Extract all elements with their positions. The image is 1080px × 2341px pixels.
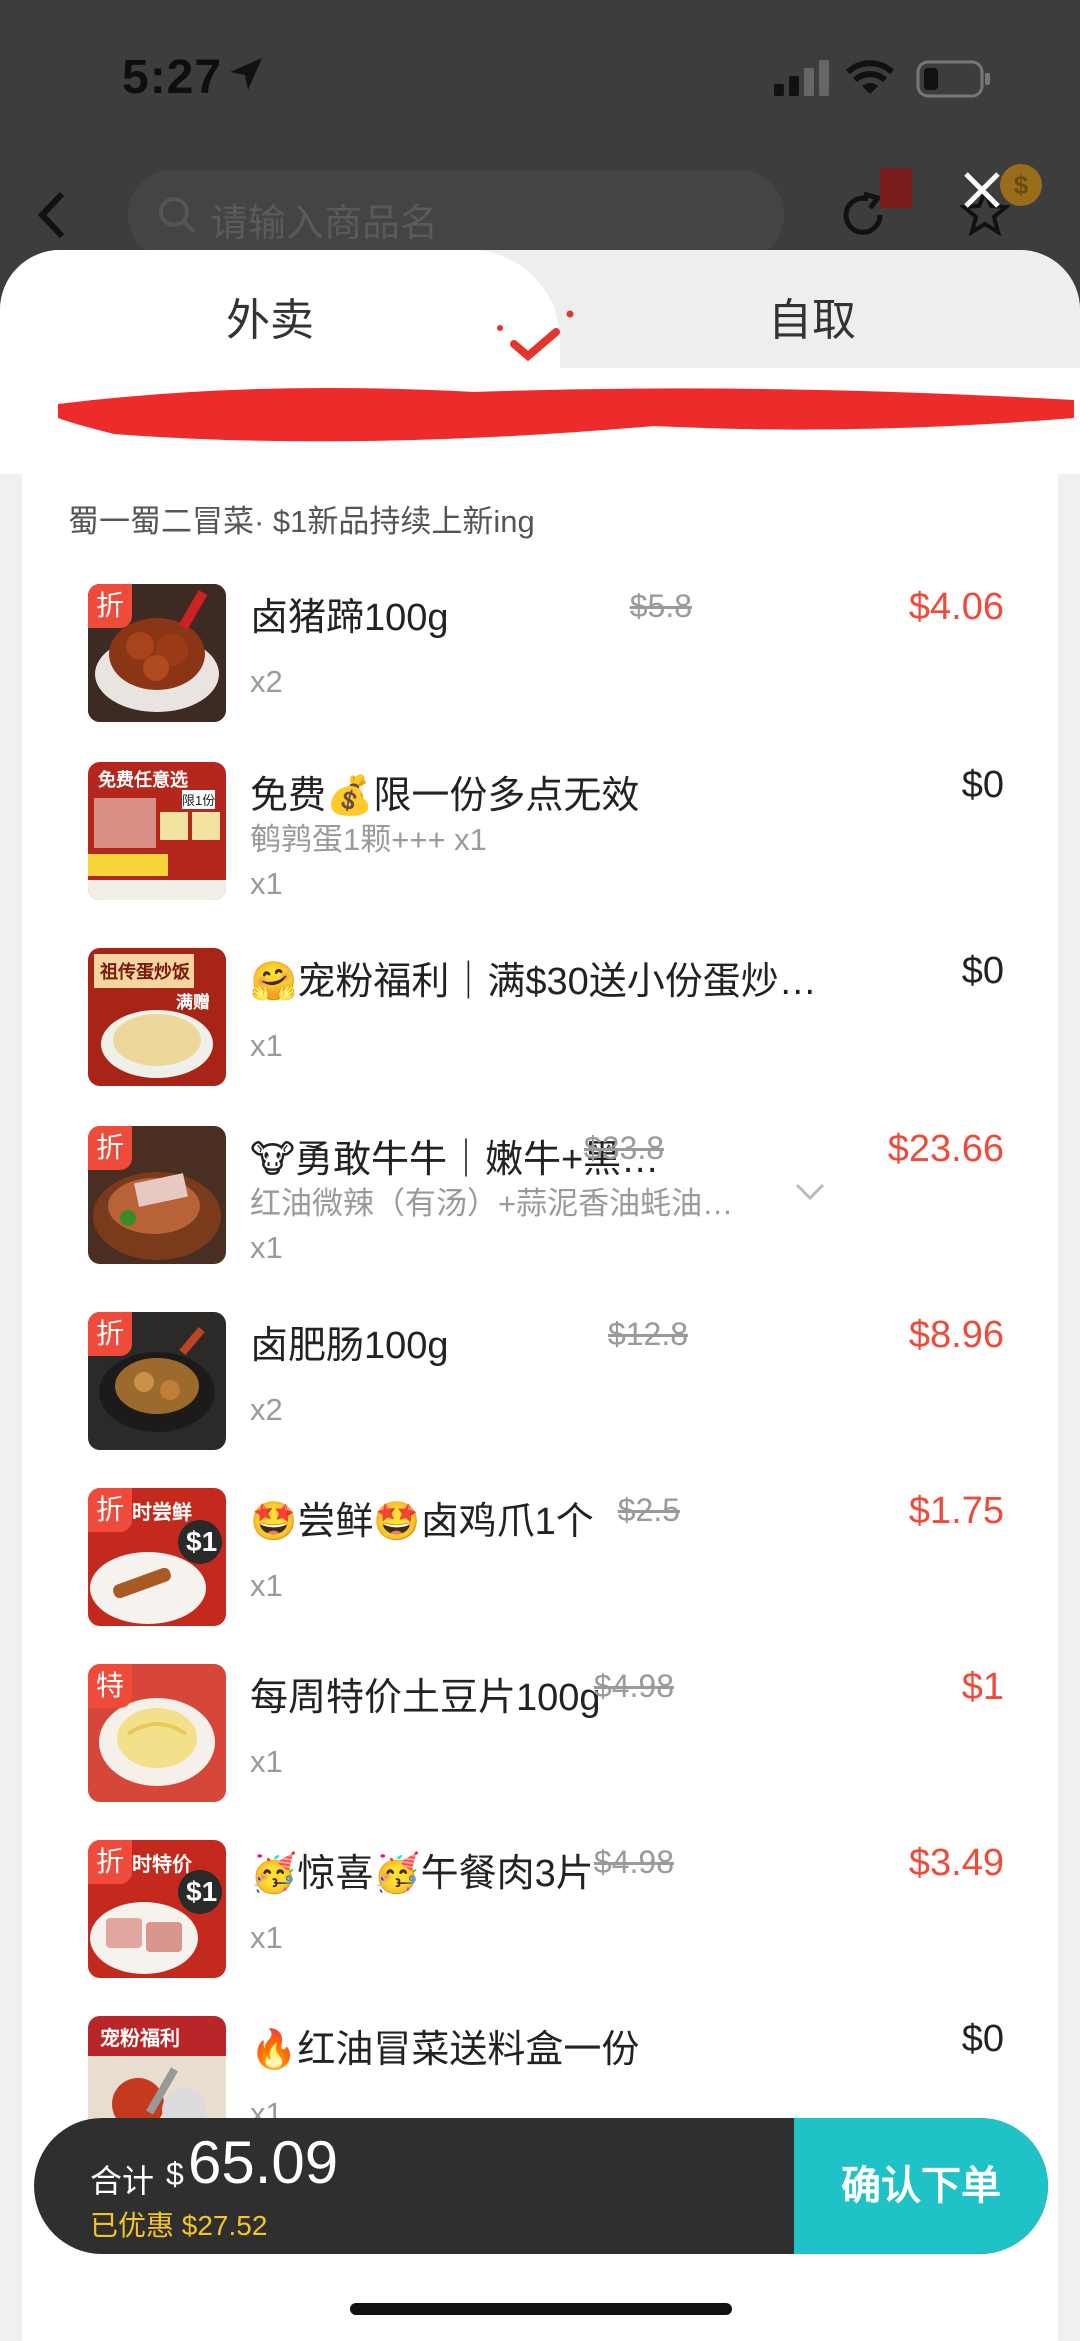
- order-card: 蜀一蜀二冒菜· $1新品持续上新ing 折 卤猪蹄100g x2 $5.8 $4…: [22, 472, 1058, 2341]
- checkout-bar: 合计 $ 65.09 已优惠 $27.52 确认下单: [34, 2118, 1048, 2254]
- cart-item: 折 🐮勇敢牛牛｜嫩牛+黑… 红油微辣（有汤）+蒜泥香油蚝油… x1 $33.8 …: [44, 1126, 1044, 1266]
- item-qty: x2: [250, 664, 283, 699]
- currency-symbol: $: [166, 2156, 184, 2192]
- item-thumbnail: 时特价 $1 折: [88, 1840, 226, 1978]
- red-envelope-icon[interactable]: [880, 168, 912, 208]
- status-time: 5:27: [122, 51, 223, 104]
- cart-item: 祖传蛋炒饭 满赠 🤗宠粉福利｜满$30送小份蛋炒… x1 $0: [44, 948, 1044, 1088]
- item-original-price: $4.98: [593, 1844, 674, 1880]
- thumb-banner-text: 宠粉福利: [100, 2028, 180, 2050]
- item-price: $0: [961, 764, 1004, 806]
- item-thumbnail: 折: [88, 1126, 226, 1264]
- thumb-banner-text: 时特价: [132, 1854, 192, 1876]
- item-qty: x1: [250, 1568, 283, 1603]
- thumb-banner-text: 时尝鲜: [132, 1502, 192, 1524]
- item-price: $8.96: [908, 1314, 1004, 1356]
- item-name: 🥳惊喜🥳午餐肉3片: [250, 1853, 594, 1895]
- item-price: $0: [961, 2018, 1004, 2060]
- item-thumbnail: 折: [88, 1312, 226, 1450]
- thumb-banner-text: 祖传蛋炒饭: [100, 962, 190, 982]
- item-name: 🔥红油冒菜送料盒一份: [250, 2029, 640, 2071]
- item-name: 卤猪蹄100g: [250, 597, 449, 639]
- thumb-limit-text: 限1份: [182, 790, 216, 809]
- cart-item: 特 每周特价土豆片100g x1 $4.98 $1: [44, 1664, 1044, 1804]
- cart-item: 折 卤猪蹄100g x2 $5.8 $4.06: [44, 584, 1044, 724]
- coin-icon: $: [1000, 164, 1042, 206]
- item-options: 鹌鹑蛋1颗+++ x1: [250, 822, 487, 857]
- confirm-order-button[interactable]: 确认下单: [794, 2118, 1048, 2254]
- item-thumbnail: 时尝鲜 $1 折: [88, 1488, 226, 1626]
- shop-name: 蜀一蜀二冒菜· $1新品持续上新ing: [68, 504, 535, 539]
- item-name: 免费💰限一份多点无效: [250, 775, 640, 817]
- back-chevron-icon[interactable]: [36, 190, 66, 240]
- discount-amount: 已优惠 $27.52: [90, 2210, 268, 2241]
- item-thumbnail: 特: [88, 1664, 226, 1802]
- discount-tag: 折: [88, 1312, 132, 1356]
- item-original-price: $5.8: [629, 588, 692, 624]
- item-price: $1.75: [908, 1490, 1004, 1532]
- tab-delivery[interactable]: 外卖: [226, 284, 314, 348]
- item-qty: x1: [250, 866, 283, 901]
- item-price: $1: [961, 1666, 1004, 1708]
- item-thumbnail: 祖传蛋炒饭 满赠: [88, 948, 226, 1086]
- item-price: $4.06: [908, 586, 1004, 628]
- item-qty: x1: [250, 1230, 283, 1265]
- cart-item: 时特价 $1 折 🥳惊喜🥳午餐肉3片 x1 $4.98 $3.49: [44, 1840, 1044, 1980]
- total-label: 合计: [90, 2163, 155, 2199]
- tab-pickup[interactable]: 自取: [768, 284, 856, 348]
- app-root: 5:27 请输入商品名 $ 外卖 自取 蜀一蜀二冒菜· $1新品持续上新ing …: [0, 0, 1080, 2341]
- search-icon: [159, 197, 196, 234]
- total-amount: 65.09: [188, 2129, 339, 2196]
- item-name: 卤肥肠100g: [250, 1325, 449, 1367]
- item-options: 红油微辣（有汤）+蒜泥香油蚝油…: [250, 1186, 734, 1221]
- battery-icon: [916, 60, 990, 98]
- item-thumbnail: 折: [88, 584, 226, 722]
- discount-tag: 折: [88, 1840, 132, 1884]
- special-tag: 特: [88, 1664, 132, 1708]
- discount-tag: 折: [88, 1126, 132, 1170]
- thumb-price-text: $1: [186, 1526, 218, 1557]
- item-qty: x1: [250, 1028, 283, 1063]
- cart-item: 折 卤肥肠100g x2 $12.8 $8.96: [44, 1312, 1044, 1452]
- item-price: $0: [961, 950, 1004, 992]
- item-name: 每周特价土豆片100g: [250, 1677, 601, 1719]
- wifi-icon: [845, 60, 895, 94]
- item-name: 🤩尝鲜🤩卤鸡爪1个: [250, 1501, 594, 1543]
- cart-item: 免费任意选 限1份 免费💰限一份多点无效 鹌鹑蛋1颗+++ x1 x1 $0: [44, 762, 1044, 902]
- item-qty: x1: [250, 1920, 283, 1955]
- status-bar: 5:27: [0, 0, 1080, 160]
- item-price: $3.49: [908, 1842, 1004, 1884]
- discount-tag: 折: [88, 1488, 132, 1532]
- cellular-signal-icon: [774, 60, 829, 96]
- order-sheet: 外卖 自取 蜀一蜀二冒菜· $1新品持续上新ing 折 卤猪蹄100g x2 $…: [0, 250, 1080, 2341]
- thumb-banner-text: 免费任意选: [98, 770, 188, 790]
- close-icon[interactable]: [960, 168, 1004, 212]
- location-arrow-icon: [230, 58, 262, 90]
- item-qty: x2: [250, 1392, 283, 1427]
- discount-tag: 折: [88, 584, 132, 628]
- expand-chevron-icon[interactable]: [794, 1182, 826, 1202]
- redacted-address-scribble: [58, 388, 1074, 442]
- item-original-price: $2.5: [617, 1492, 680, 1528]
- search-field[interactable]: 请输入商品名: [128, 170, 784, 260]
- search-placeholder: 请输入商品名: [210, 203, 439, 245]
- cart-item: 时尝鲜 $1 折 🤩尝鲜🤩卤鸡爪1个 x1 $2.5 $1.75: [44, 1488, 1044, 1628]
- item-thumbnail: 免费任意选 限1份: [88, 762, 226, 900]
- item-original-price: $4.98: [593, 1668, 674, 1704]
- thumb-price-text: $1: [186, 1876, 218, 1907]
- thumb-gift-text: 满赠: [176, 993, 210, 1012]
- home-indicator: [350, 2303, 732, 2315]
- item-price: $23.66: [887, 1128, 1004, 1170]
- item-original-price: $33.8: [583, 1130, 664, 1166]
- item-original-price: $12.8: [607, 1316, 688, 1352]
- item-qty: x1: [250, 1744, 283, 1779]
